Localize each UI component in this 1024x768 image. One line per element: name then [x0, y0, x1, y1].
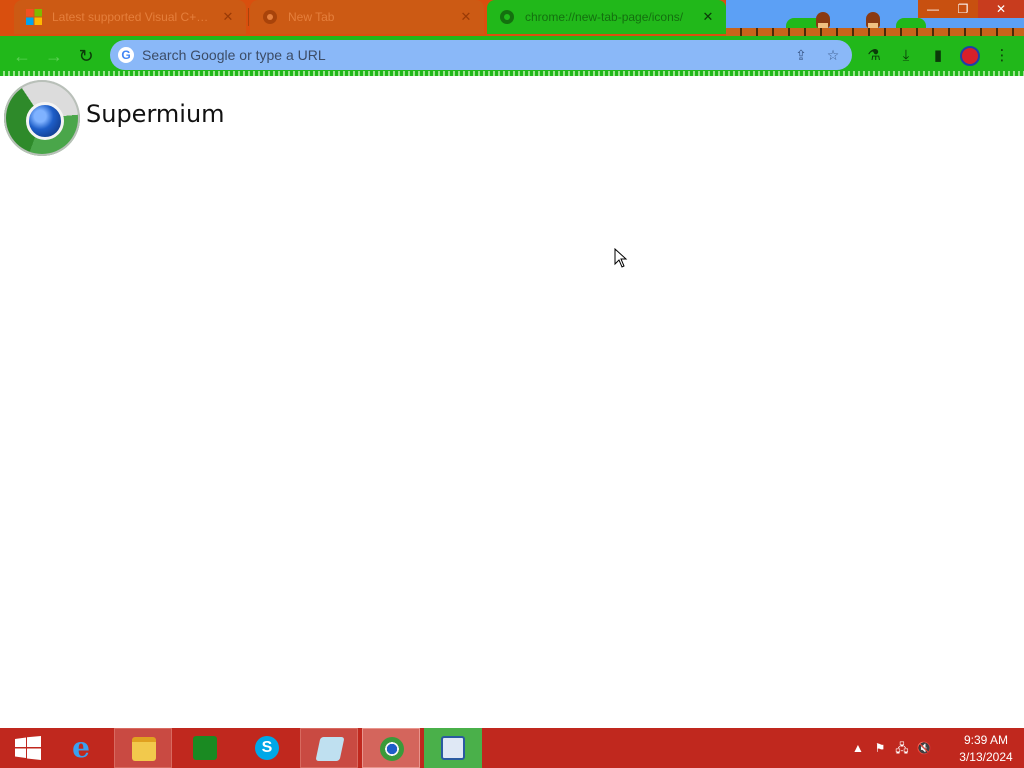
network-icon[interactable]: 🖧	[894, 740, 910, 756]
taskbar-internet-explorer[interactable]: e	[52, 728, 110, 768]
theme-sprite	[816, 12, 830, 28]
profile-avatar-icon[interactable]	[960, 46, 980, 66]
internet-explorer-icon: e	[72, 731, 90, 764]
tab-title: Latest supported Visual C++ R	[52, 10, 214, 24]
tab-visual-cpp[interactable]: Latest supported Visual C++ R ✕	[14, 0, 246, 34]
microsoft-logo-icon	[26, 9, 42, 25]
bookmark-star-icon[interactable]: ☆	[824, 46, 842, 64]
tab-close-icon[interactable]: ✕	[220, 9, 236, 25]
restore-button[interactable]: ❐	[948, 0, 978, 18]
theme-sprite	[866, 12, 880, 28]
taskbar-notepad[interactable]	[300, 728, 358, 768]
side-panel-icon[interactable]: ▮	[928, 46, 948, 66]
supermium-logo	[4, 80, 80, 156]
download-icon[interactable]: ⤓	[896, 46, 916, 66]
system-tray: ▲ ⚑ 🖧 🔇 9:39 AM 3/13/2024	[848, 728, 1024, 768]
address-input[interactable]	[142, 40, 782, 70]
tab-strip: Latest supported Visual C++ R ✕ New Tab …	[0, 0, 1024, 36]
volume-muted-icon[interactable]: 🔇	[916, 740, 932, 756]
tab-title: New Tab	[288, 10, 335, 24]
google-icon: G	[118, 47, 134, 63]
tab-close-icon[interactable]: ✕	[458, 9, 474, 25]
reload-icon[interactable]: ↻	[74, 46, 98, 66]
more-menu-icon[interactable]: ⋮	[992, 46, 1012, 66]
minimize-button[interactable]: —	[918, 0, 948, 18]
page-content: Supermium	[0, 76, 1024, 728]
remote-desktop-icon	[441, 736, 465, 760]
share-icon[interactable]: ⇪	[792, 46, 810, 64]
tab-separator	[248, 8, 249, 26]
clock-time[interactable]: 9:39 AM	[952, 733, 1020, 747]
action-center-flag-icon[interactable]: ⚑	[872, 740, 888, 756]
taskbar-file-explorer[interactable]	[114, 728, 172, 768]
mouse-cursor-icon	[614, 248, 628, 268]
chrome-icon	[263, 10, 277, 24]
clock-date[interactable]: 3/13/2024	[952, 750, 1020, 764]
skype-icon: S	[255, 736, 279, 760]
window-controls: — ❐ ✕	[918, 0, 1024, 18]
taskbar-store[interactable]	[176, 728, 234, 768]
tab-new-tab-page-icons[interactable]: chrome://new-tab-page/icons/ ✕	[487, 0, 726, 34]
taskbar-supermium[interactable]	[362, 728, 420, 768]
labs-flask-icon[interactable]: ⚗	[864, 46, 884, 66]
page-title: Supermium	[86, 100, 225, 128]
tab-new-tab[interactable]: New Tab ✕	[250, 0, 484, 34]
close-window-button[interactable]: ✕	[978, 0, 1024, 18]
tab-close-icon[interactable]: ✕	[700, 9, 716, 25]
taskbar-skype[interactable]: S	[238, 728, 296, 768]
taskbar-remote-desktop[interactable]	[424, 728, 482, 768]
chrome-icon	[500, 10, 514, 24]
store-icon	[193, 736, 217, 760]
windows-logo-icon	[15, 736, 41, 760]
omnibox[interactable]: G ⇪ ☆	[110, 40, 852, 70]
forward-arrow-icon[interactable]: →	[42, 46, 66, 66]
theme-bush	[896, 18, 926, 28]
supermium-icon	[380, 737, 404, 761]
show-hidden-icons-button[interactable]: ▲	[850, 740, 866, 756]
folder-icon	[132, 737, 156, 761]
back-arrow-icon[interactable]: ←	[10, 46, 34, 66]
start-button[interactable]	[4, 728, 48, 768]
tab-title: chrome://new-tab-page/icons/	[525, 10, 684, 24]
theme-ground	[726, 28, 1024, 36]
notepad-icon	[315, 737, 345, 761]
